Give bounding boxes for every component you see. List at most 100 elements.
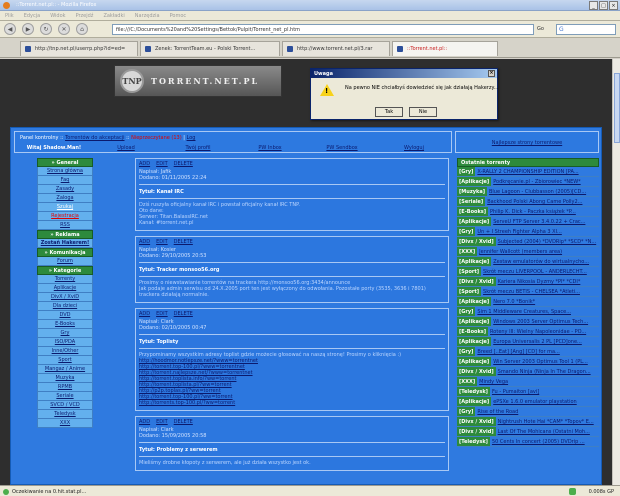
stop-button[interactable]: ✕ bbox=[58, 23, 70, 35]
sidebar-item-ebooks[interactable]: E-Books bbox=[37, 320, 93, 329]
torrent-name-link[interactable]: Mindy Vega bbox=[479, 377, 508, 386]
dialog-close-button[interactable]: × bbox=[488, 70, 495, 77]
sidebar-item-faq[interactable]: Faq bbox=[37, 176, 93, 185]
recent-torrent-item[interactable]: [Gry] Un + I Streeh Fighter Alpha 3 XI... bbox=[457, 227, 599, 237]
torrent-name-link[interactable]: Podkręcanie.pl - Zbiorowiec *NEW* bbox=[493, 177, 580, 186]
go-button[interactable]: Go bbox=[537, 24, 551, 35]
menu-bookmarks[interactable]: Zakładki bbox=[98, 11, 129, 20]
link-best-sites[interactable]: Najlepsze strony torrentowe bbox=[492, 140, 562, 146]
sidebar-item-xxx[interactable]: XXX bbox=[37, 419, 93, 428]
torrent-name-link[interactable]: Smando Ninja (Ninja In The Dragon... bbox=[498, 367, 591, 376]
torrent-name-link[interactable]: Skrót meczu LIVERPOOL - ANDERLECHT... bbox=[483, 267, 587, 276]
recent-torrent-item[interactable]: [Aplikacje] Zestaw emulatorów do wirtualn… bbox=[457, 257, 599, 267]
post-edit-link[interactable]: EDIT bbox=[156, 419, 168, 425]
toplist-link[interactable]: http://torrents.top-100.pl/?ww=torrent bbox=[139, 400, 445, 406]
sidebar-item-iso-pda[interactable]: ISO/PDA bbox=[37, 338, 93, 347]
post-add-link[interactable]: ADD bbox=[139, 419, 150, 425]
torrent-name-link[interactable]: 50 Cents In concert (2005) DVDrip ... bbox=[492, 437, 585, 446]
recent-torrent-item[interactable]: [Gry] Rise of the Road bbox=[457, 407, 599, 417]
post-edit-link[interactable]: EDIT bbox=[156, 311, 168, 317]
sidebar-item-other[interactable]: Inne/Other bbox=[37, 347, 93, 356]
menu-edit[interactable]: Edycja bbox=[19, 11, 46, 20]
sidebar-item-forum[interactable]: Forum bbox=[37, 257, 93, 266]
site-banner[interactable]: TNP TORRENT.NET.PL bbox=[114, 65, 282, 97]
recent-torrent-item[interactable]: [Aplikacje] Windows 2003 Server Optimus T… bbox=[457, 317, 599, 327]
tab-torrentteam[interactable]: Zenek: TorrentTeam.eu - Polski Torrent..… bbox=[140, 41, 280, 56]
dialog-yes-button[interactable]: Tak bbox=[375, 107, 403, 117]
post-edit-link[interactable]: EDIT bbox=[156, 161, 168, 167]
dialog-no-button[interactable]: Nie bbox=[409, 107, 437, 117]
recent-torrent-item[interactable]: [Gry] Sim 1 Middleware Creatures, Space..… bbox=[457, 307, 599, 317]
torrent-name-link[interactable]: ePSXe 1.6.0 emulator playstation bbox=[493, 397, 576, 406]
sidebar-item-anime[interactable]: Mangaz / Anime bbox=[37, 365, 93, 374]
post-delete-link[interactable]: DELETE bbox=[174, 311, 193, 317]
sidebar-item-rss[interactable]: RSS bbox=[37, 221, 93, 230]
torrent-name-link[interactable]: Fu - Pumaiton [avi] bbox=[492, 387, 539, 396]
recent-torrent-item[interactable]: [E-Books] Roteny III: Wielny Napoleonidae… bbox=[457, 327, 599, 337]
link-upload[interactable]: Upload bbox=[90, 145, 162, 153]
recent-torrent-item[interactable]: [Teledysk] Fu - Pumaiton [avi] bbox=[457, 387, 599, 397]
url-input[interactable]: file:///C:/Documents%20and%20Settings/Be… bbox=[112, 24, 534, 35]
menu-tools[interactable]: Narzędzia bbox=[130, 11, 165, 20]
sidebar-item-become-hacker[interactable]: Zostań Hakerem! bbox=[37, 239, 93, 248]
sidebar-item-search[interactable]: Szukaj bbox=[37, 203, 93, 212]
sidebar-item-torrents[interactable]: Torrenty bbox=[37, 275, 93, 284]
tab-torrent-net-pl[interactable]: ::Torrent.net.pl:: bbox=[392, 41, 498, 56]
torrent-name-link[interactable]: Europa Universalis 2 PL [PCD]one... bbox=[493, 337, 582, 346]
menu-file[interactable]: Plik bbox=[0, 11, 19, 20]
recent-torrent-item[interactable]: [E-Books] Philip K. Dick - Paczka książek… bbox=[457, 207, 599, 217]
reload-button[interactable]: ↻ bbox=[40, 23, 52, 35]
maximize-button[interactable]: □ bbox=[599, 1, 608, 10]
recent-torrent-item[interactable]: [Aplikacje] ServeU FTP Server 3.4.0.22 + … bbox=[457, 217, 599, 227]
torrent-name-link[interactable]: Windows 2003 Server Optimus Tech... bbox=[493, 317, 588, 326]
recent-torrent-item[interactable]: [Divx / Xvid] Smando Ninja (Ninja In The … bbox=[457, 367, 599, 377]
sidebar-item-register[interactable]: Rejestracja bbox=[37, 212, 93, 221]
sidebar-item-sport[interactable]: Sport bbox=[37, 356, 93, 365]
sidebar-item-rules[interactable]: Zasady bbox=[37, 185, 93, 194]
post-delete-link[interactable]: DELETE bbox=[174, 239, 193, 245]
menu-go[interactable]: Przejdź bbox=[71, 11, 99, 20]
torrent-name-link[interactable]: Backhood Polski Abong Came Polly2... bbox=[487, 197, 582, 206]
recent-torrent-item[interactable]: [Aplikacje] ePSXe 1.6.0 emulator playstat… bbox=[457, 397, 599, 407]
forward-button[interactable]: ▶ bbox=[22, 23, 34, 35]
sidebar-item-kids[interactable]: Dla dzieci bbox=[37, 302, 93, 311]
link-log[interactable]: Log bbox=[187, 135, 196, 141]
tab-torrent-rar[interactable]: http://www.torrent.net.pl/3.rar bbox=[282, 41, 390, 56]
torrent-name-link[interactable]: Breed [..Eat] [Ang] [CD] for ma... bbox=[477, 347, 559, 356]
sidebar-item-dvd[interactable]: DVD bbox=[37, 311, 93, 320]
recent-torrent-item[interactable]: [Aplikacje] Nero 7.0 *Bonik* bbox=[457, 297, 599, 307]
link-logout[interactable]: Wyloguj bbox=[378, 145, 450, 153]
sidebar-item-music-videos[interactable]: Teledysk bbox=[37, 410, 93, 419]
minimize-button[interactable]: _ bbox=[589, 1, 598, 10]
recent-torrent-item[interactable]: [Divx / Xvid] Nightrush Hote Hai *CAM* *T… bbox=[457, 417, 599, 427]
recent-torrent-item[interactable]: [Aplikacje] Win Server 2003 Optimus Tool … bbox=[457, 357, 599, 367]
sidebar-item-music[interactable]: Muzyka bbox=[37, 374, 93, 383]
torrent-name-link[interactable]: Philip K. Dick - Paczka książek *P... bbox=[490, 207, 576, 216]
recent-torrent-item[interactable]: [Divx / Xvid] Subjected (2004) *DVDRip* *… bbox=[457, 237, 599, 247]
recent-torrent-item[interactable]: [Muzyka] Blue Lagoon - Clubbasson (2005)[… bbox=[457, 187, 599, 197]
torrent-name-link[interactable]: Nightrush Hote Hai *CAM* *Topov* E... bbox=[498, 417, 594, 426]
sidebar-item-divx[interactable]: DivX / XviD bbox=[37, 293, 93, 302]
page-scrollbar[interactable] bbox=[612, 59, 620, 485]
torrent-name-link[interactable]: Blue Lagoon - Clubbasson (2005)[CD... bbox=[489, 187, 586, 196]
torrent-name-link[interactable]: Sim 1 Middleware Creatures, Space... bbox=[477, 307, 571, 316]
recent-torrent-item[interactable]: [Divx / Xvid] Kariera Nikosia Dyzmy *Pl* … bbox=[457, 277, 599, 287]
sidebar-item-applications[interactable]: Aplikacje bbox=[37, 284, 93, 293]
recent-torrent-item[interactable]: [Aplikacje] Europa Universalis 2 PL [PCD]… bbox=[457, 337, 599, 347]
torrent-name-link[interactable]: Un + I Streeh Fighter Alpha 3 XI... bbox=[477, 227, 561, 236]
link-pending-torrents[interactable]: Torrentów do akceptacji bbox=[65, 135, 124, 141]
recent-torrent-item[interactable]: [Sport] Skrót meczu LIVERPOOL - ANDERLECH… bbox=[457, 267, 599, 277]
sidebar-item-staff[interactable]: Zaloga bbox=[37, 194, 93, 203]
tab-tnp-userrp[interactable]: http://tnp.net.pl/userrp.php?id=ed= bbox=[20, 41, 138, 56]
recent-torrent-item[interactable]: [XXX] Mindy Vega bbox=[457, 377, 599, 387]
sidebar-item-svcd[interactable]: SVCD / VCD bbox=[37, 401, 93, 410]
recent-torrent-item[interactable]: [XXX] Jennifer Wallcott (members area) bbox=[457, 247, 599, 257]
torrent-name-link[interactable]: Last Of The Mohicans (Ostatni Moh... bbox=[498, 427, 590, 436]
link-pm-sendbox[interactable]: PW Sendbox bbox=[306, 145, 378, 153]
recent-torrent-item[interactable]: [Sport] Skrót meczu BETIS - CHELSEA *Atle… bbox=[457, 287, 599, 297]
torrent-name-link[interactable]: Kariera Nikosia Dyzmy *Pl* *CDI* bbox=[498, 277, 581, 286]
scrollbar-thumb[interactable] bbox=[614, 73, 620, 143]
back-button[interactable]: ◀ bbox=[4, 23, 16, 35]
menu-help[interactable]: Pomoc bbox=[165, 11, 192, 20]
home-button[interactable]: ⌂ bbox=[76, 23, 88, 35]
